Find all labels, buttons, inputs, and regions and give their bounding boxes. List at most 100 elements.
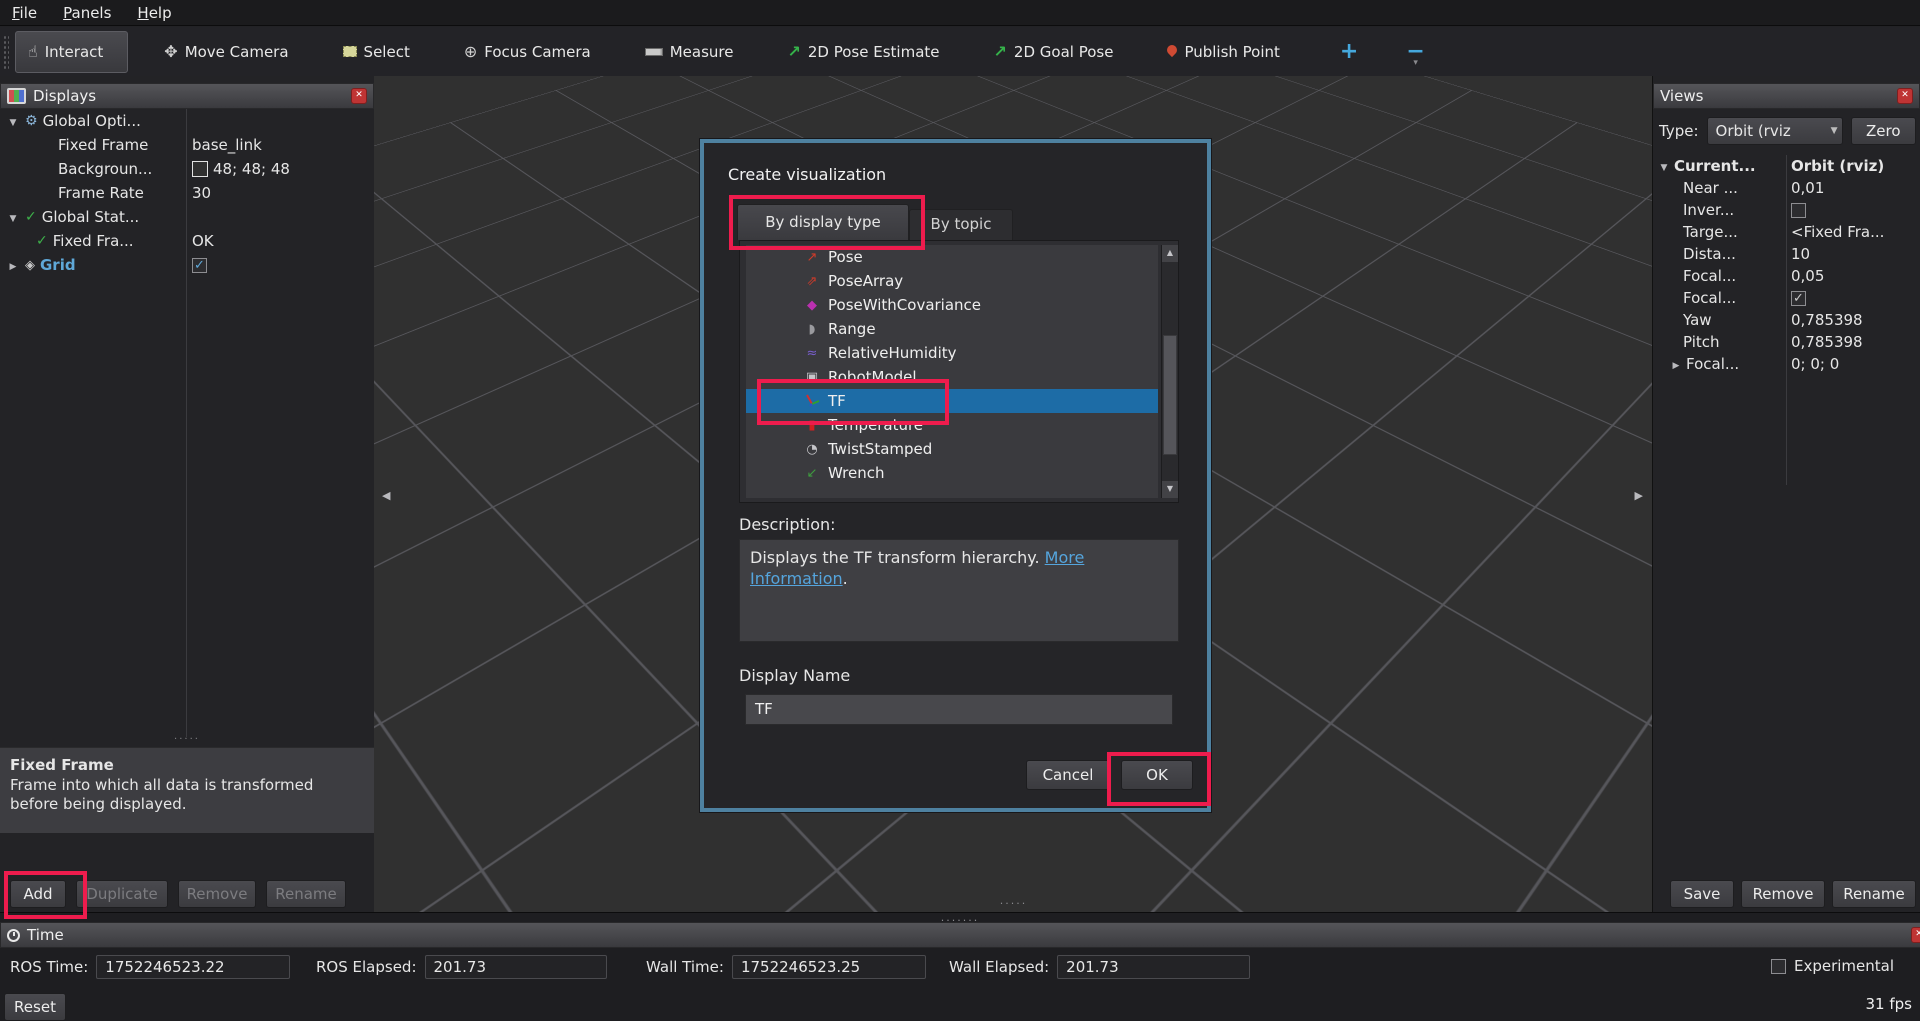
tool-focus-camera[interactable]: ⊕ Focus Camera xyxy=(454,32,601,72)
time-panel-header[interactable]: Time xyxy=(0,922,1920,948)
tool-interact[interactable]: ☝ Interact xyxy=(15,31,128,73)
duplicate-display-button[interactable]: Duplicate xyxy=(76,880,168,908)
list-item-temperature[interactable]: ▮ Temperature xyxy=(746,413,1158,437)
tree-row-frame-rate[interactable]: Frame Rate 30 xyxy=(0,181,374,205)
cancel-button[interactable]: Cancel xyxy=(1026,760,1110,790)
displays-icon xyxy=(7,88,26,104)
views-panel-header[interactable]: Views xyxy=(1653,83,1920,109)
color-swatch[interactable] xyxy=(192,161,208,177)
tab-by-topic[interactable]: By topic xyxy=(909,209,1013,240)
scrollbar[interactable]: ▲ ▼ xyxy=(1161,245,1178,498)
chevron-down-icon[interactable] xyxy=(6,211,20,224)
tree-row-global-options[interactable]: ⚙ Global Opti... xyxy=(0,109,374,133)
close-icon[interactable] xyxy=(351,88,367,104)
ruler-icon xyxy=(645,48,663,56)
add-display-button[interactable]: Add xyxy=(10,880,66,908)
collapse-right-icon[interactable]: ▶ xyxy=(1635,489,1643,502)
tree-row-global-status[interactable]: ✓ Global Stat... xyxy=(0,205,374,229)
scroll-down-icon[interactable]: ▼ xyxy=(1162,481,1178,498)
grid-enabled-checkbox[interactable] xyxy=(192,258,207,273)
zero-button[interactable]: Zero xyxy=(1851,117,1916,145)
time-panel: ······· Time ROS Time: 1752246523.22 ROS… xyxy=(0,912,1920,1021)
list-item-tf[interactable]: TF xyxy=(746,389,1158,413)
scrollbar-thumb[interactable] xyxy=(1163,335,1177,455)
reset-button[interactable]: Reset xyxy=(4,993,66,1021)
tree-row-near-clip[interactable]: Near ... 0,01 xyxy=(1653,177,1920,199)
list-item-posewithcovariance[interactable]: ◆ PoseWithCovariance xyxy=(746,293,1158,317)
tool-label: Focus Camera xyxy=(484,43,590,61)
tree-row-target-frame[interactable]: Targe... <Fixed Fra... xyxy=(1653,221,1920,243)
tree-row-focal-point[interactable]: Focal... 0; 0; 0 xyxy=(1653,353,1920,375)
list-item-range[interactable]: ◗ Range xyxy=(746,317,1158,341)
ros-time-value[interactable]: 1752246523.22 xyxy=(96,955,290,979)
menu-file[interactable]: File xyxy=(12,4,37,22)
tree-row-invert-z[interactable]: Inver... xyxy=(1653,199,1920,221)
scroll-up-icon[interactable]: ▲ xyxy=(1162,245,1178,262)
rename-view-button[interactable]: Rename xyxy=(1832,880,1916,908)
display-name-input[interactable]: TF xyxy=(745,694,1173,725)
tool-publish-point[interactable]: Publish Point xyxy=(1157,32,1289,72)
fps-counter: 31 fps xyxy=(1866,995,1912,1013)
bottom-splitter-handle[interactable]: ····· xyxy=(1000,897,1027,910)
list-item-wrench[interactable]: ↙ Wrench xyxy=(746,461,1158,485)
tree-row-focal-shape-size[interactable]: Focal... 0,05 xyxy=(1653,265,1920,287)
time-fields: ROS Time: 1752246523.22 ROS Elapsed: 201… xyxy=(0,955,1920,981)
toolbar-drag-handle[interactable] xyxy=(3,35,9,69)
experimental-label: Experimental xyxy=(1794,957,1894,975)
chevron-right-icon[interactable] xyxy=(6,259,20,272)
close-icon[interactable] xyxy=(1897,88,1913,104)
tree-row-fixed-frame[interactable]: Fixed Frame base_link xyxy=(0,133,374,157)
crosshair-icon: ⊕ xyxy=(464,44,477,60)
tree-row-current-view[interactable]: Current... Orbit (rviz) xyxy=(1653,155,1920,177)
tree-row-yaw[interactable]: Yaw 0,785398 xyxy=(1653,309,1920,331)
wall-time-value[interactable]: 1752246523.25 xyxy=(732,955,926,979)
tool-select[interactable]: Select xyxy=(333,32,420,72)
tool-move-camera[interactable]: ✥ Move Camera xyxy=(154,32,298,72)
help-title: Fixed Frame xyxy=(10,756,364,774)
tool-measure[interactable]: Measure xyxy=(635,32,744,72)
tree-row-distance[interactable]: Dista... 10 xyxy=(1653,243,1920,265)
list-item-twiststamped[interactable]: ◔ TwistStamped xyxy=(746,437,1158,461)
ros-elapsed-value[interactable]: 201.73 xyxy=(425,955,607,979)
collapse-left-icon[interactable]: ◀ xyxy=(382,489,390,502)
list-item-robotmodel[interactable]: ▣ RobotModel xyxy=(746,365,1158,389)
chevron-right-icon[interactable] xyxy=(1669,358,1683,371)
tool-label: Move Camera xyxy=(185,43,289,61)
tab-by-display-type[interactable]: By display type xyxy=(737,204,909,240)
displays-panel-header[interactable]: Displays xyxy=(0,83,374,109)
display-name-label: Display Name xyxy=(739,666,850,685)
tree-row-pitch[interactable]: Pitch 0,785398 xyxy=(1653,331,1920,353)
add-tool-button[interactable]: + xyxy=(1330,39,1368,64)
wall-time-label: Wall Time: xyxy=(646,958,724,976)
tree-row-fixed-frame-status[interactable]: ✓ Fixed Fra... OK xyxy=(0,229,374,253)
save-view-button[interactable]: Save xyxy=(1670,880,1734,908)
panel-splitter[interactable]: ····· xyxy=(0,737,374,745)
toolbar: ☝ Interact ✥ Move Camera Select ⊕ Focus … xyxy=(0,27,1920,77)
rename-display-button[interactable]: Rename xyxy=(266,880,346,908)
tree-row-grid[interactable]: ◈ Grid xyxy=(0,253,374,277)
list-item-relativehumidity[interactable]: ≈ RelativeHumidity xyxy=(746,341,1158,365)
invert-z-checkbox[interactable] xyxy=(1791,203,1806,218)
chevron-down-icon[interactable] xyxy=(6,115,20,128)
menu-panels[interactable]: Panels xyxy=(63,4,111,22)
close-icon[interactable] xyxy=(1911,927,1920,943)
view-type-dropdown[interactable]: Orbit (rviz ▼ xyxy=(1707,117,1843,145)
check-icon: ✓ xyxy=(36,233,48,249)
tool-2d-pose-estimate[interactable]: ↗ 2D Pose Estimate xyxy=(777,32,949,72)
remove-tool-button[interactable]: −▾ xyxy=(1396,39,1434,64)
tool-2d-goal-pose[interactable]: ↗ 2D Goal Pose xyxy=(984,32,1124,72)
menu-help[interactable]: Help xyxy=(137,4,171,22)
tree-row-focal-shape-fixed-size[interactable]: Focal... xyxy=(1653,287,1920,309)
list-item-posearray[interactable]: ⇗ PoseArray xyxy=(746,269,1158,293)
wall-elapsed-value[interactable]: 201.73 xyxy=(1057,955,1250,979)
tree-row-background-color[interactable]: Backgroun... 48; 48; 48 xyxy=(0,157,374,181)
experimental-checkbox[interactable] xyxy=(1771,959,1786,974)
remove-view-button[interactable]: Remove xyxy=(1741,880,1825,908)
list-item-pose[interactable]: ↗ Pose xyxy=(746,245,1158,269)
focal-fixed-size-checkbox[interactable] xyxy=(1791,291,1806,306)
pose-covariance-icon: ◆ xyxy=(804,299,820,312)
remove-display-button[interactable]: Remove xyxy=(178,880,256,908)
fixed-frame-value[interactable]: base_link xyxy=(192,136,262,154)
chevron-down-icon[interactable] xyxy=(1657,160,1671,173)
ok-button[interactable]: OK xyxy=(1121,760,1193,790)
